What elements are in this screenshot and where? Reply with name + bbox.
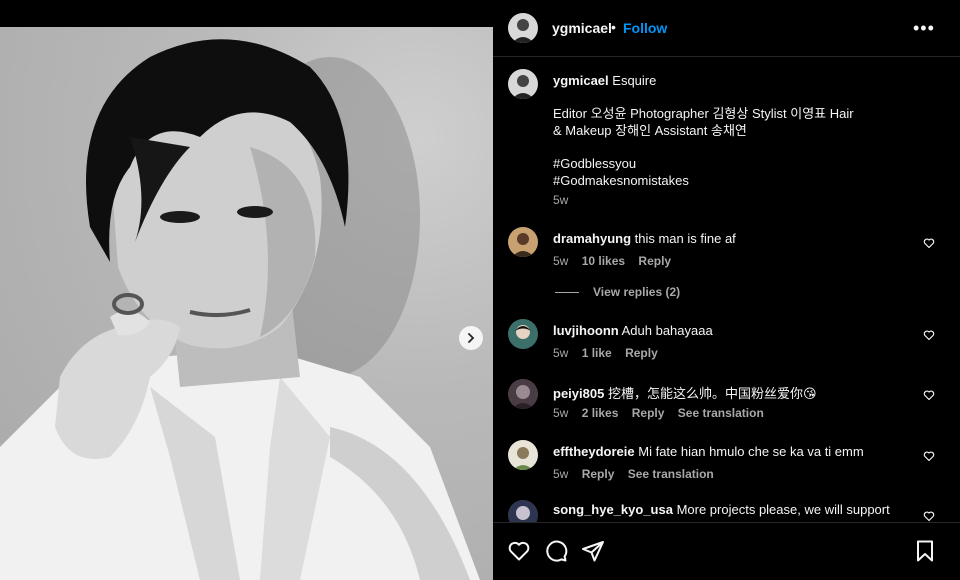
comment-text: Aduh bahayaaa (621, 323, 713, 338)
comment-username[interactable]: efftheydoreie (553, 444, 635, 459)
heart-icon[interactable] (507, 539, 531, 563)
share-icon[interactable] (581, 539, 605, 563)
caption-avatar[interactable] (508, 69, 538, 99)
separator-dot: • (611, 19, 616, 35)
commenter-avatar[interactable] (508, 500, 538, 522)
post-actions-bar (493, 522, 960, 580)
caption-hashtag[interactable]: #Godmakesnomistakes (553, 172, 689, 189)
caption-credits-line1: Editor 오성윤 Photographer 김형상 Stylist 이영표 … (553, 106, 854, 121)
comment-text: More projects please, we will support (676, 502, 890, 517)
heart-icon[interactable] (923, 329, 935, 341)
caption-time: 5w (553, 193, 569, 207)
avatar-image (508, 379, 538, 409)
caption-username[interactable]: ygmicael (553, 73, 609, 88)
comment-meta: 5w 1 like Reply (553, 346, 668, 360)
comment-text: Mi fate hian hmulo che se ka va ti emm (638, 444, 864, 459)
comment-body: peiyi805 挖槽，怎能这么帅。中国粉丝爱你😘 (553, 383, 817, 402)
comment-likes[interactable]: 10 likes (582, 254, 625, 268)
avatar-image (508, 440, 538, 470)
avatar-image (508, 500, 538, 522)
comment-username[interactable]: peiyi805 (553, 386, 604, 401)
commenter-avatar[interactable] (508, 319, 538, 349)
comment-username[interactable]: luvjihoonn (553, 323, 619, 338)
more-options-icon[interactable]: ••• (913, 18, 935, 39)
comment-meta: 5w 10 likes Reply (553, 254, 681, 268)
follow-button[interactable]: Follow (623, 20, 667, 36)
post-media (0, 0, 493, 580)
portrait-image (0, 39, 480, 580)
avatar-image (508, 227, 538, 257)
caption-title: Esquire (612, 73, 657, 88)
reply-button[interactable]: Reply (625, 346, 658, 360)
heart-icon[interactable] (923, 237, 935, 249)
comment-body: efftheydoreie Mi fate hian hmulo che se … (553, 444, 864, 459)
post-photo (0, 27, 493, 580)
comment-meta: 5w Reply See translation (553, 467, 724, 481)
heart-icon[interactable] (923, 510, 935, 522)
bookmark-icon[interactable] (913, 539, 937, 563)
author-username[interactable]: ygmicael (552, 20, 612, 36)
heart-icon[interactable] (923, 450, 935, 462)
replies-dash (555, 292, 579, 294)
reply-button[interactable]: Reply (632, 406, 665, 420)
comment-text: 挖槽，怎能这么帅。中国粉丝爱你😘 (607, 386, 817, 401)
comment-username[interactable]: song_hye_kyo_usa (553, 502, 673, 517)
media-top-strip (0, 0, 493, 27)
comment-icon[interactable] (544, 539, 568, 563)
comment-time: 5w (553, 406, 569, 420)
post-header: ygmicael • Follow ••• (493, 0, 960, 57)
comment-text: this man is fine af (634, 231, 736, 246)
heart-icon[interactable] (923, 389, 935, 401)
see-translation-button[interactable]: See translation (678, 406, 764, 420)
comment-username[interactable]: dramahyung (553, 231, 631, 246)
commenter-avatar[interactable] (508, 379, 538, 409)
view-replies-label: View replies (2) (593, 285, 681, 299)
chevron-right-icon (468, 333, 475, 343)
avatar-image (508, 319, 538, 349)
commenter-avatar[interactable] (508, 440, 538, 470)
comment-body: song_hye_kyo_usa More projects please, w… (553, 502, 890, 517)
reply-button[interactable]: Reply (638, 254, 671, 268)
comment-meta: 5w 2 likes Reply See translation (553, 406, 774, 420)
comment-time: 5w (553, 254, 569, 268)
author-avatar[interactable] (508, 13, 538, 43)
avatar-image (508, 13, 538, 43)
comment-time: 5w (553, 467, 569, 481)
commenter-avatar[interactable] (508, 227, 538, 257)
caption-credits-line2: & Makeup 장해인 Assistant 송채연 (553, 123, 747, 138)
see-translation-button[interactable]: See translation (628, 467, 714, 481)
comment-body: luvjihoonn Aduh bahayaaa (553, 323, 713, 338)
caption-headline: ygmicael Esquire (553, 73, 656, 88)
comment-likes[interactable]: 1 like (582, 346, 612, 360)
view-replies-button[interactable]: View replies (2) (555, 285, 680, 299)
comments-list[interactable]: ygmicael Esquire Editor 오성윤 Photographer… (493, 57, 960, 522)
avatar-image (508, 69, 538, 99)
reply-button[interactable]: Reply (582, 467, 615, 481)
comment-body: dramahyung this man is fine af (553, 231, 736, 246)
caption-hashtag[interactable]: #Godblessyou (553, 155, 636, 172)
comment-time: 5w (553, 346, 569, 360)
comment-likes[interactable]: 2 likes (582, 406, 619, 420)
post-sidebar: ygmicael • Follow ••• ygmicael Esquire E… (493, 0, 960, 580)
next-photo-button[interactable] (459, 326, 483, 350)
